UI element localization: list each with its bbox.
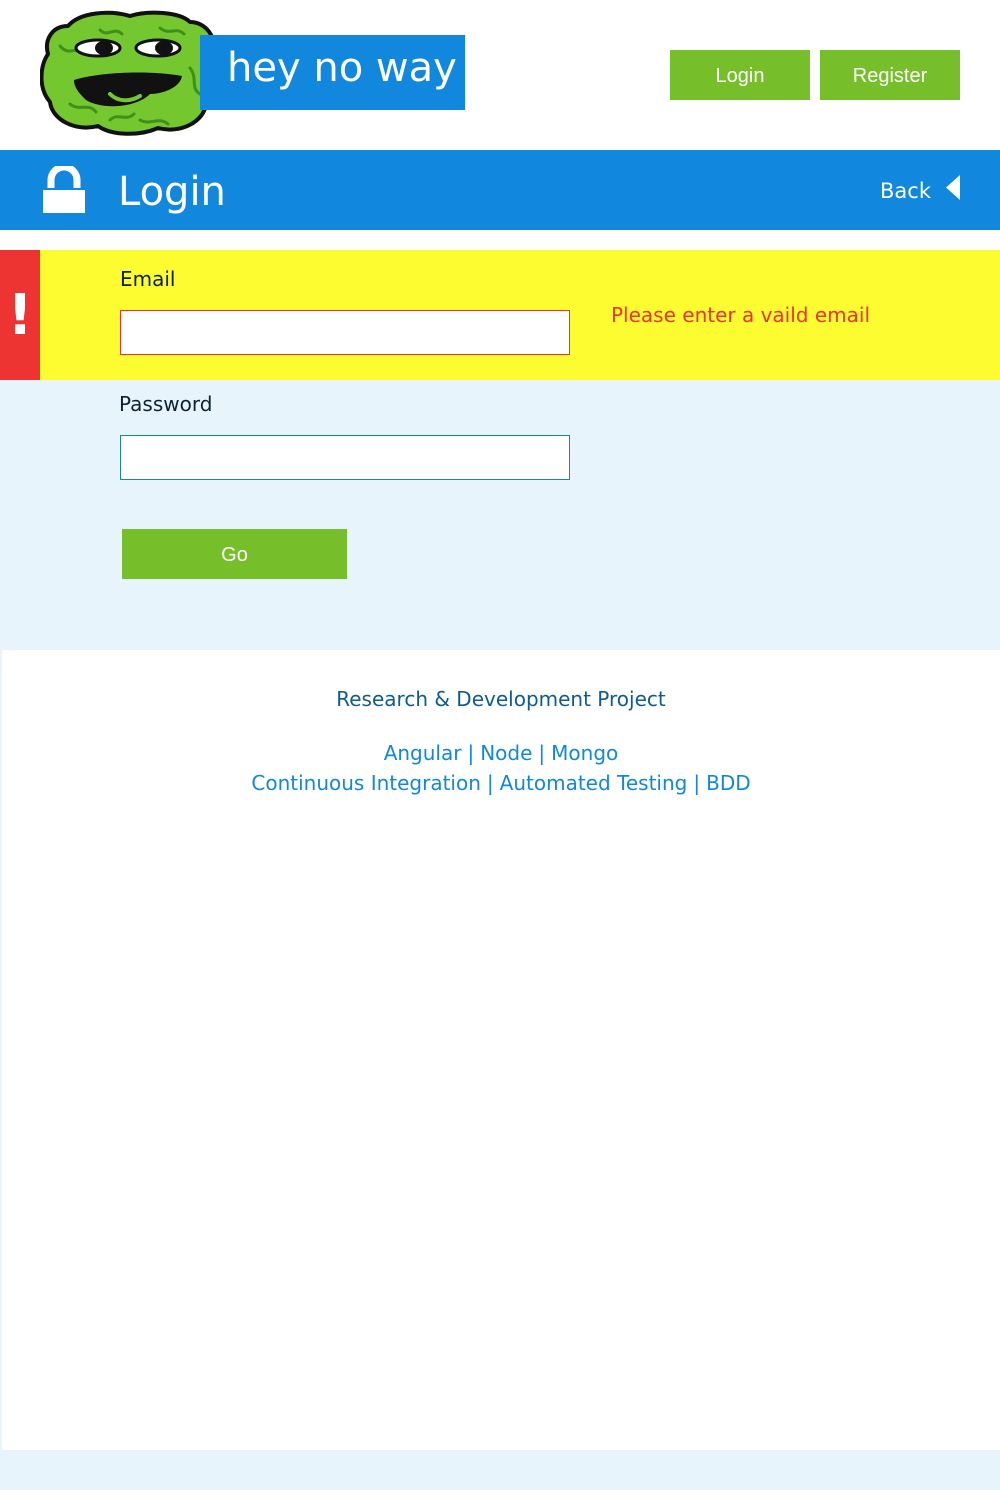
footer-separator: | [486,771,494,795]
password-label: Password [119,392,213,416]
footer-separator: | [693,771,701,795]
header-login-button[interactable]: Login [670,50,810,100]
footer-link-continuous-integration[interactable]: Continuous Integration [251,771,481,795]
exclamation-icon: ! [7,283,33,348]
back-link[interactable]: Back [870,170,970,210]
footer-link-node[interactable]: Node [480,741,532,765]
header-register-button[interactable]: Register [820,50,960,100]
footer-tech-links: Angular | Node | Mongo [2,740,1000,766]
email-label: Email [120,267,176,291]
password-field[interactable] [120,435,570,480]
section-spacer [0,230,1000,250]
site-header: hey no way Login Register [0,0,1000,150]
email-field[interactable] [120,310,570,355]
caret-left-icon[interactable] [946,175,960,200]
footer-link-angular[interactable]: Angular [384,741,462,765]
footer-title: Research & Development Project [336,687,666,711]
email-field-row: ! Email Please enter a vaild email [0,250,1000,380]
site-name[interactable]: hey no way [227,42,457,94]
email-error-message: Please enter a vaild email [611,303,870,327]
footer-link-automated-testing[interactable]: Automated Testing [500,771,688,795]
site-footer: Research & Development Project Angular | N… [2,650,1000,1450]
footer-separator: | [467,741,475,765]
back-label[interactable]: Back [880,178,931,204]
error-indicator: ! [0,250,40,380]
go-button[interactable]: Go [122,529,347,579]
page-title: Login [118,169,226,215]
footer-link-mongo[interactable]: Mongo [551,741,618,765]
page-title-bar: Login Back [0,150,1000,230]
lock-icon [43,166,85,213]
footer-separator: | [538,741,546,765]
password-form-area: Password Go [0,380,1000,650]
logo-mascot-icon[interactable] [40,8,220,136]
footer-practice-links: Continuous Integration | Automated Testing… [2,770,1000,796]
footer-link-bdd[interactable]: BDD [706,771,751,795]
